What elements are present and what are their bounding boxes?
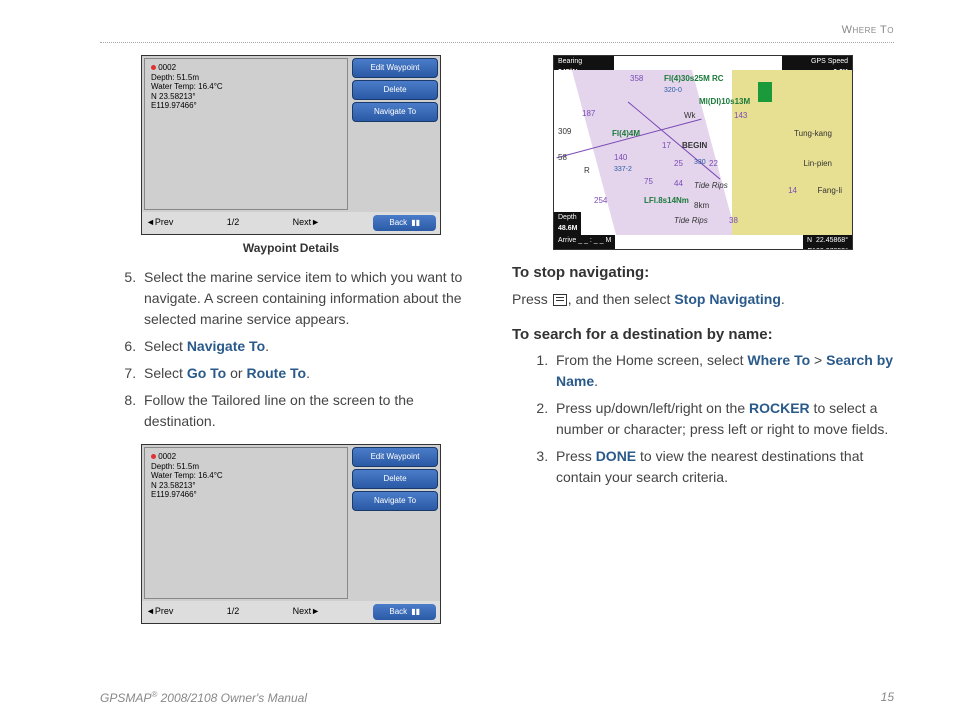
- map-lR: R: [584, 165, 590, 177]
- map-l75: 75: [644, 176, 653, 188]
- map-l143: 143: [734, 110, 747, 122]
- next-button[interactable]: Next►: [293, 216, 320, 230]
- waypoint-temp: Water Temp: 16.4°C: [151, 82, 341, 92]
- page-indicator: 1/2: [227, 216, 240, 230]
- page-indicator-2: 1/2: [227, 605, 240, 619]
- step-5: Select the marine service item to which …: [140, 267, 482, 330]
- stop-navigating-heading: To stop navigating:: [512, 262, 894, 285]
- screenshot-caption: Waypoint Details: [100, 239, 482, 257]
- where-to-link: Where To: [747, 352, 810, 368]
- navigate-to-button[interactable]: Navigate To: [352, 102, 438, 122]
- step-8: Follow the Tailored line on the screen t…: [140, 390, 482, 432]
- back-button-2[interactable]: Back ▮▮: [373, 604, 436, 620]
- arrive-box: Arrive _ _ : _ _ M: [554, 235, 615, 249]
- prev-button-2[interactable]: ◄Prev: [146, 605, 173, 619]
- map-l320: 320-0: [664, 86, 682, 97]
- map-l25: 25: [674, 158, 683, 170]
- map-l140: 140: [614, 152, 627, 164]
- map-l22: 22: [709, 158, 718, 170]
- waypoint-info: 0002 Depth: 51.5m Water Temp: 16.4°C N 2…: [144, 58, 348, 210]
- map-linpien: Lin-pien: [804, 158, 832, 170]
- done-link: DONE: [596, 448, 636, 464]
- back-button[interactable]: Back ▮▮: [373, 215, 436, 231]
- manual-page: Where To 0002 Depth: 51.5m Water Temp: 1…: [0, 0, 954, 727]
- waypoint-depth: Depth: 51.5m: [151, 73, 341, 83]
- section-header: Where To: [842, 24, 894, 36]
- map-tungkang: Tung-kang: [794, 128, 832, 140]
- search-heading: To search for a destination by name:: [512, 324, 894, 347]
- navigate-to-button-2[interactable]: Navigate To: [352, 491, 438, 511]
- instruction-list-right: From the Home screen, select Where To > …: [512, 350, 894, 488]
- rocker-link: ROCKER: [749, 400, 810, 416]
- next-button-2[interactable]: Next►: [293, 605, 320, 619]
- footer-left: GPSMAP® 2008/2108 Owner's Manual: [100, 690, 307, 705]
- step-6: Select Navigate To.: [140, 336, 482, 357]
- position-box: N 22.45868° E120.37859°: [803, 235, 852, 249]
- map-l17: 17: [662, 140, 671, 152]
- map-l254: 254: [594, 195, 607, 207]
- screenshot-body: 0002 Depth: 51.5m Water Temp: 16.4°C N 2…: [142, 56, 440, 212]
- map-begin: BEGIN: [682, 140, 707, 152]
- page-number: 15: [881, 690, 894, 705]
- map-lfl: LFl.8s14Nm: [644, 195, 689, 207]
- waypoint-buttons: Edit Waypoint Delete Navigate To: [350, 56, 440, 212]
- page-footer: GPSMAP® 2008/2108 Owner's Manual 15: [100, 690, 894, 705]
- map-fang: Fang-li: [818, 185, 842, 197]
- waypoint-lat: N 23.58213°: [151, 92, 341, 102]
- map-l58: 58: [558, 152, 567, 164]
- screenshot-footer: ◄Prev 1/2 Next► Back ▮▮: [142, 212, 440, 234]
- bearing-box: Bearing345°N: [554, 56, 614, 70]
- map-l330: 330: [694, 158, 706, 169]
- map-tiderips2: Tide Rips: [674, 215, 708, 227]
- waypoint-screenshot-top: 0002 Depth: 51.5m Water Temp: 16.4°C N 2…: [141, 55, 441, 235]
- search-step-2: Press up/down/left/right on the ROCKER t…: [552, 398, 894, 440]
- map-wk: Wk: [684, 110, 696, 122]
- step-7: Select Go To or Route To.: [140, 363, 482, 384]
- map-screenshot: Bearing345°N GPS Speed0.0K Distance_ . _…: [553, 55, 853, 250]
- content-columns: 0002 Depth: 51.5m Water Temp: 16.4°C N 2…: [100, 55, 894, 628]
- map-tiderips1: Tide Rips: [694, 180, 728, 192]
- search-step-1: From the Home screen, select Where To > …: [552, 350, 894, 392]
- map-l358: 358: [630, 73, 643, 85]
- map-area: 358 Fl(4)30s25M RC 320-0 Ml(DI)10s13M 18…: [554, 70, 852, 235]
- map-fl430: Fl(4)30s25M RC: [664, 73, 724, 85]
- map-l14: 14: [788, 185, 797, 197]
- map-l38: 38: [729, 215, 738, 227]
- navigate-to-link: Navigate To: [187, 338, 265, 354]
- delete-button[interactable]: Delete: [352, 80, 438, 100]
- prev-button[interactable]: ◄Prev: [146, 216, 173, 230]
- edit-waypoint-button[interactable]: Edit Waypoint: [352, 58, 438, 78]
- instruction-list-left: Select the marine service item to which …: [100, 267, 482, 432]
- waypoint-info-2: 0002 Depth: 51.5m Water Temp: 16.4°C N 2…: [144, 447, 348, 599]
- depth-box: Depth48.6M: [554, 212, 581, 235]
- right-column: Bearing345°N GPS Speed0.0K Distance_ . _…: [512, 55, 894, 628]
- map-l44: 44: [674, 178, 683, 190]
- map-l187: 187: [582, 108, 595, 120]
- route-to-link: Route To: [246, 365, 306, 381]
- map-l309: 309: [558, 126, 571, 138]
- map-l337: 337-2: [614, 165, 632, 176]
- go-to-link: Go To: [187, 365, 226, 381]
- speed-box: GPS Speed0.0K: [782, 56, 852, 70]
- waypoint-lon: E119.97466°: [151, 101, 341, 111]
- stop-navigating-text: Press , and then select Stop Navigating.: [512, 289, 894, 310]
- waypoint-screenshot-bottom: 0002 Depth: 51.5m Water Temp: 16.4°C N 2…: [141, 444, 441, 624]
- header-divider: [100, 42, 894, 43]
- delete-button-2[interactable]: Delete: [352, 469, 438, 489]
- map-mldi: Ml(DI)10s13M: [699, 96, 750, 108]
- waypoint-id: 0002: [158, 63, 176, 72]
- home-icon: [553, 294, 567, 306]
- search-step-3: Press DONE to view the nearest destinati…: [552, 446, 894, 488]
- stop-navigating-link: Stop Navigating: [674, 291, 781, 307]
- edit-waypoint-button-2[interactable]: Edit Waypoint: [352, 447, 438, 467]
- map-fl44m: Fl(4)4M: [612, 128, 640, 140]
- left-column: 0002 Depth: 51.5m Water Temp: 16.4°C N 2…: [100, 55, 482, 628]
- map-scale: 8km: [694, 200, 709, 212]
